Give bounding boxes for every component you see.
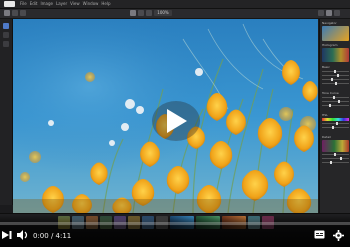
toolbar-right-group [318,10,340,16]
slider-row[interactable] [322,103,349,107]
hsl-section: HSL [322,113,349,129]
app-logo [4,1,15,7]
video-player-controls: 0:00 / 4:11 [0,215,350,247]
menu-item-window[interactable]: Window [83,0,99,8]
settings-gear-button[interactable] [333,230,344,243]
captions-icon [314,230,325,239]
skip-next-icon [2,231,12,239]
menu-item-edit[interactable]: Edit [30,0,38,8]
basic-section: Basic [322,65,349,85]
volume-button[interactable] [17,230,29,242]
toolbar-left-group [4,10,26,16]
menu-item-view[interactable]: View [70,0,80,8]
captions-button[interactable] [314,230,325,241]
export-button[interactable] [326,10,332,16]
navigator-section: Navigator [322,21,349,41]
slider-row[interactable] [322,81,349,85]
detail-section: Detail [322,135,349,164]
histogram-section: Histogram [322,43,349,62]
detail-title: Detail [322,135,331,139]
navigator-title: Navigator [322,21,337,25]
hand-tool[interactable] [3,32,9,38]
move-tool-button[interactable] [4,10,10,16]
histogram-title: Histogram [322,43,338,47]
adjustments-panel: Navigator Histogram Basic Tone Curve HSL… [319,19,350,213]
toolbar: 100% [0,9,350,19]
navigator-thumbnail[interactable] [322,26,349,41]
toolbar-center-group [130,10,152,16]
slider-row[interactable] [322,125,349,129]
slider-row[interactable] [322,160,349,164]
menu-item-file[interactable]: File [20,0,27,8]
detail-graph [322,140,349,152]
menu-item-image[interactable]: Image [40,0,53,8]
zoom-tool[interactable] [3,41,9,47]
tone-curve-section: Tone Curve [322,91,349,107]
skip-next-button[interactable] [2,230,12,242]
menu-item-help[interactable]: Help [101,0,110,8]
gear-icon [333,230,344,241]
view-single-button[interactable] [130,10,136,16]
share-button[interactable] [318,10,324,16]
progress-bar[interactable] [0,222,350,225]
hsl-title: HSL [322,113,328,117]
tool-strip [0,19,13,205]
menubar: File Edit Image Layer View Window Help [0,0,350,9]
settings-button[interactable] [334,10,340,16]
play-icon [167,109,187,133]
zoom-level[interactable]: 100% [154,10,172,16]
image-canvas[interactable] [13,19,318,213]
menu-items: File Edit Image Layer View Window Help [20,0,111,8]
menu-item-layer[interactable]: Layer [56,0,67,8]
crop-tool-button[interactable] [12,10,18,16]
select-tool[interactable] [3,23,9,29]
volume-icon [17,230,28,240]
histogram-graph [322,48,349,62]
view-compare-button[interactable] [138,10,144,16]
view-grid-button[interactable] [146,10,152,16]
play-overlay-button[interactable] [152,101,200,141]
brush-tool-button[interactable] [20,10,26,16]
time-display: 0:00 / 4:11 [33,232,72,240]
